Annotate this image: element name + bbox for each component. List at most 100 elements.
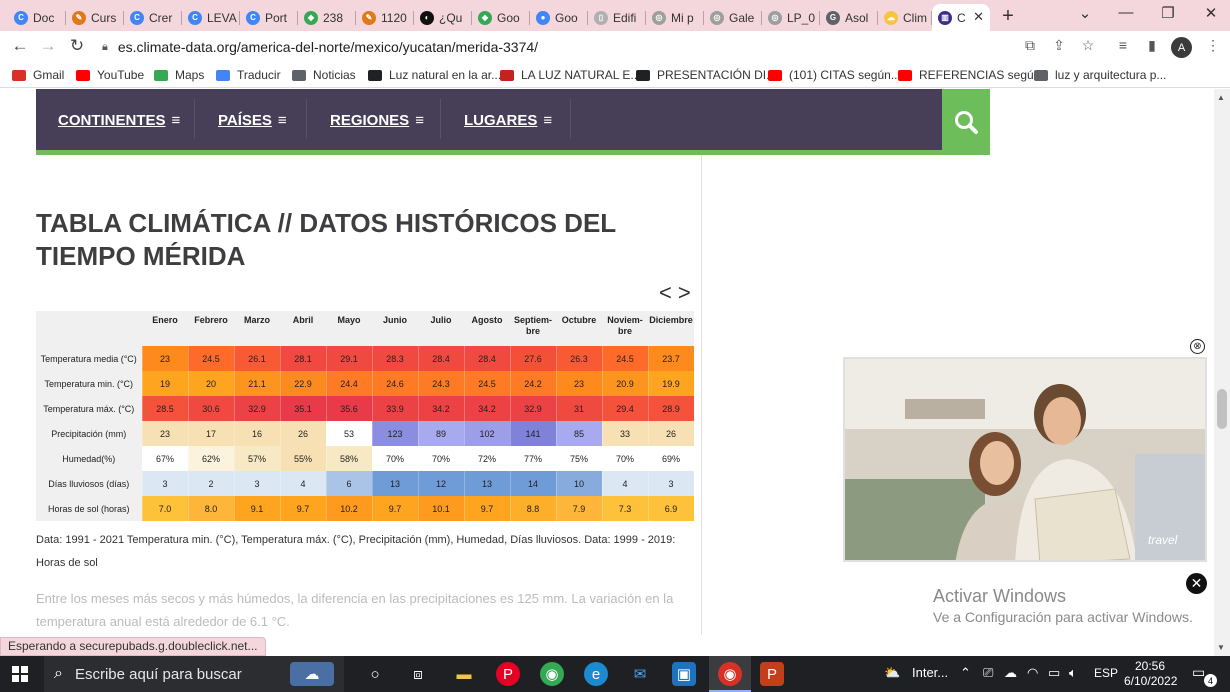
nav-continentes[interactable]: CONTINENTES ≡ — [58, 112, 180, 129]
taskbar-clock[interactable]: 20:56 6/10/2022 — [1124, 659, 1177, 689]
table-cell: 70% — [372, 446, 419, 471]
table-cell: 72% — [464, 446, 511, 471]
table-cell: 35.1 — [280, 396, 327, 421]
nav-paises[interactable]: PAÍSES ≡ — [218, 112, 287, 129]
browser-tab[interactable]: ◎ Gale — [704, 4, 762, 31]
profile-avatar[interactable]: A — [1171, 37, 1192, 58]
edge-icon[interactable]: e — [584, 662, 608, 686]
browser-tab[interactable]: ● Goo — [530, 4, 588, 31]
bookmark-item[interactable]: PRESENTACIÓN DI... — [636, 68, 776, 82]
browser-tab[interactable]: ◐ ¿Qu — [414, 4, 472, 31]
row-label: Temperatura máx. (°C) — [36, 396, 143, 421]
browser-tab[interactable]: C Doc — [8, 4, 66, 31]
browser-tab[interactable]: G Asol — [820, 4, 878, 31]
ad-close-icon[interactable]: ⊗ — [1190, 339, 1205, 354]
bookmark-item[interactable]: luz y arquitectura p... — [1034, 68, 1166, 82]
wifi-icon[interactable]: ◠ — [1027, 665, 1038, 681]
table-cell: 3 — [648, 471, 695, 496]
browser-tab[interactable]: ✎ Curs — [66, 4, 124, 31]
new-tab-button[interactable]: + — [998, 5, 1018, 28]
nav-lugares[interactable]: LUGARES ≡ — [464, 112, 552, 129]
install-app-icon[interactable]: ⧉ — [1020, 37, 1040, 54]
weather-tray-label[interactable]: Inter... — [912, 665, 948, 680]
scroll-down-icon[interactable]: ▼ — [1217, 643, 1225, 652]
bookmark-item[interactable]: LA LUZ NATURAL E... — [500, 68, 640, 82]
bookmark-item[interactable]: Maps — [154, 68, 204, 82]
table-cell: 24.3 — [418, 371, 465, 396]
bookmark-favicon-icon — [12, 69, 26, 81]
browser-tab[interactable]: ▥ C ✕ — [932, 4, 990, 31]
prev-arrow[interactable]: < — [659, 280, 678, 305]
store-icon[interactable]: ▣ — [672, 662, 696, 686]
chrome-icon[interactable]: ◉ — [540, 662, 564, 686]
browser-tab[interactable]: ☁ Clim — [878, 4, 932, 31]
table-cell: 9.7 — [280, 496, 327, 521]
onedrive-icon[interactable]: ☁ — [1004, 665, 1017, 681]
weather-tray-icon[interactable]: ⛅ — [884, 665, 900, 681]
chevron-up-icon[interactable]: ⌃ — [960, 665, 971, 681]
bookmark-item[interactable]: Noticias — [292, 68, 356, 82]
page-scrollbar[interactable]: ▲ ▼ — [1214, 89, 1230, 656]
cortana-icon[interactable]: ○ — [363, 662, 387, 686]
url-text[interactable]: es.climate-data.org/america-del-norte/me… — [118, 39, 538, 55]
tab-favicon-icon: C — [130, 10, 144, 25]
browser-tab[interactable]: ◆ 238 — [298, 4, 356, 31]
language-indicator[interactable]: ESP — [1094, 666, 1118, 680]
bookmark-item[interactable]: YouTube — [76, 68, 144, 82]
file-explorer-icon[interactable]: ▬ — [452, 662, 476, 686]
bookmark-item[interactable]: (101) CITAS según... — [768, 68, 901, 82]
menu-icon[interactable]: ⋮ — [1203, 37, 1223, 54]
browser-tab[interactable]: ◎ Mi p — [646, 4, 704, 31]
table-cell: 32.9 — [234, 396, 281, 421]
table-cell: 30.6 — [188, 396, 235, 421]
next-arrow[interactable]: > — [678, 280, 697, 305]
tab-strip: C Doc ✎ Curs C Crer C LEVA C Port ◆ 238 ✎ 1120 ◐ ¿Qu ◆ Go… — [0, 0, 1230, 31]
share-icon[interactable]: ⇪ — [1049, 37, 1069, 54]
table-cell: 7.3 — [602, 496, 649, 521]
column-header: Junio — [372, 311, 418, 341]
weather-widget-icon[interactable]: ☁ — [290, 662, 334, 686]
tab-favicon-icon: ✎ — [362, 10, 376, 25]
browser-tab[interactable]: C Crer — [124, 4, 182, 31]
tab-search-icon[interactable]: ⌄ — [1070, 4, 1100, 22]
chrome-profile-icon[interactable]: ◉ — [718, 662, 742, 686]
powerpoint-icon[interactable]: P — [760, 662, 784, 686]
maximize-button[interactable]: ❐ — [1153, 4, 1183, 22]
site-search-button[interactable] — [942, 89, 990, 155]
close-window-button[interactable]: ✕ — [1196, 4, 1226, 22]
battery-icon[interactable]: ▭ — [1048, 665, 1060, 681]
reload-icon[interactable]: ↻ — [66, 36, 88, 56]
side-panel-icon[interactable]: ▮ — [1142, 37, 1162, 54]
media-icon[interactable]: ≡ — [1113, 37, 1133, 53]
bookmark-item[interactable]: REFERENCIAS segú... — [898, 68, 1044, 82]
bookmark-item[interactable]: Luz natural en la ar... — [368, 68, 501, 82]
volume-icon[interactable]: 🔈︎ — [1069, 665, 1077, 681]
back-icon[interactable]: ← — [9, 36, 31, 56]
address-bar[interactable]: 🔒︎ es.climate-data.org/america-del-norte… — [96, 34, 1096, 60]
table-cell: 21.1 — [234, 371, 281, 396]
nav-regiones[interactable]: REGIONES ≡ — [330, 112, 424, 129]
start-button[interactable] — [12, 666, 28, 682]
scroll-up-icon[interactable]: ▲ — [1217, 93, 1225, 102]
pinterest-icon[interactable]: P — [496, 662, 520, 686]
table-cell: 20 — [188, 371, 235, 396]
browser-tab[interactable]: ▯ Edifi — [588, 4, 646, 31]
bookmark-item[interactable]: Gmail — [12, 68, 64, 82]
close-tab-icon[interactable]: ✕ — [973, 9, 984, 25]
forward-icon[interactable]: → — [37, 36, 59, 56]
browser-tab[interactable]: ◎ LP_0 — [762, 4, 820, 31]
tab-label: Curs — [91, 10, 117, 25]
browser-tab[interactable]: ✎ 1120 — [356, 4, 414, 31]
browser-tab[interactable]: C LEVA — [182, 4, 240, 31]
task-view-icon[interactable]: ⧈ — [406, 662, 430, 686]
browser-tab[interactable]: C Port — [240, 4, 298, 31]
bookmark-star-icon[interactable]: ☆ — [1078, 37, 1098, 54]
table-cell: 33.9 — [372, 396, 419, 421]
scroll-thumb[interactable] — [1217, 389, 1227, 429]
browser-tab[interactable]: ◆ Goo — [472, 4, 530, 31]
mail-icon[interactable]: ✉ — [628, 662, 652, 686]
video-ad[interactable]: travel — [843, 357, 1207, 562]
meet-now-icon[interactable]: ⎚ — [983, 665, 993, 681]
bookmark-item[interactable]: Traducir — [216, 68, 281, 82]
minimize-button[interactable]: — — [1111, 4, 1141, 21]
